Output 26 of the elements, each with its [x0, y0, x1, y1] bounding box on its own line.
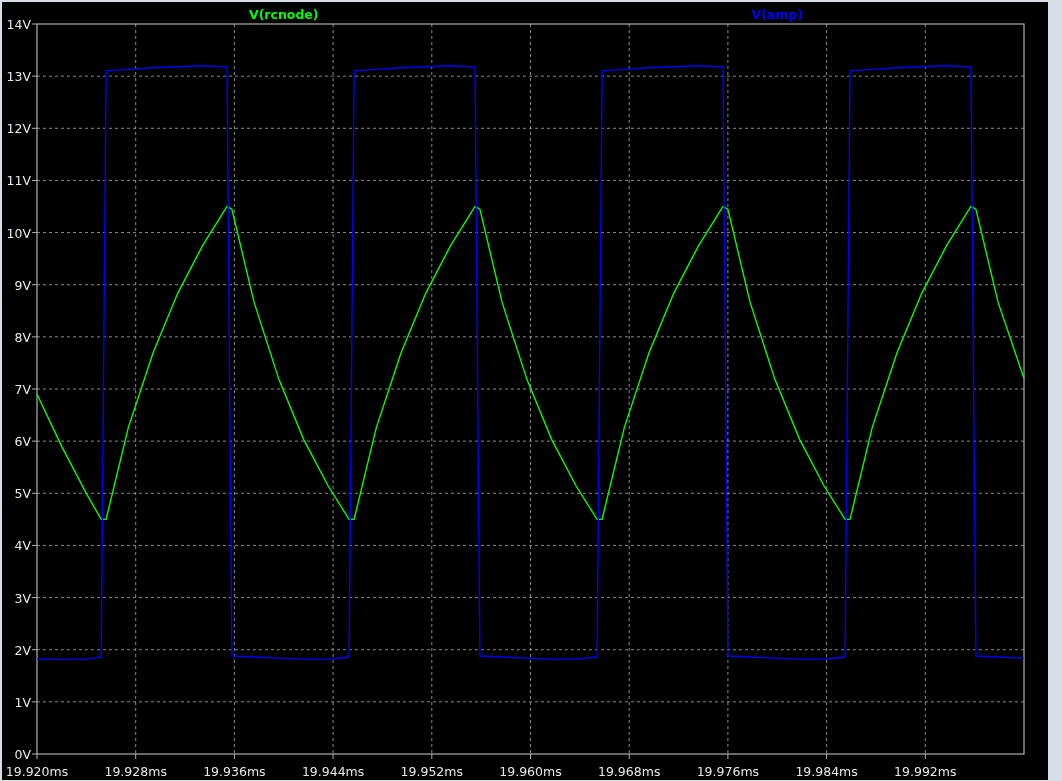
y-axis-label: 11V: [6, 173, 31, 189]
x-axis-label: 19.928ms: [104, 764, 167, 779]
x-axis-label: 19.968ms: [598, 764, 661, 779]
x-axis-label: 19.952ms: [400, 764, 463, 779]
x-axis-label: 19.936ms: [203, 764, 266, 779]
y-axis-label: 4V: [14, 538, 31, 554]
y-axis-label: 6V: [14, 434, 31, 450]
y-axis-label: 10V: [6, 225, 31, 241]
x-axis-label: 19.920ms: [5, 764, 69, 779]
y-axis-label: 2V: [14, 642, 31, 658]
y-axis-label: 12V: [6, 121, 31, 137]
x-axis-label: 19.960ms: [499, 764, 562, 779]
x-axis-label: 19.944ms: [301, 764, 365, 779]
y-axis-label: 9V: [14, 277, 31, 293]
x-axis-label: 19.992ms: [894, 764, 957, 779]
y-axis-label: 0V: [14, 747, 31, 762]
y-axis-label: 5V: [14, 486, 31, 502]
y-axis-label: 14V: [6, 17, 31, 32]
x-axis-label: 19.984ms: [795, 764, 858, 779]
y-axis-label: 13V: [6, 69, 31, 85]
trace-legend-label[interactable]: V(rcnode): [248, 7, 319, 22]
y-axis-label: 7V: [14, 382, 31, 397]
y-axis-label: 1V: [14, 694, 31, 710]
y-axis-label: 3V: [14, 590, 31, 606]
y-axis-label: 8V: [14, 329, 31, 345]
x-axis-label: 19.976ms: [696, 764, 760, 779]
